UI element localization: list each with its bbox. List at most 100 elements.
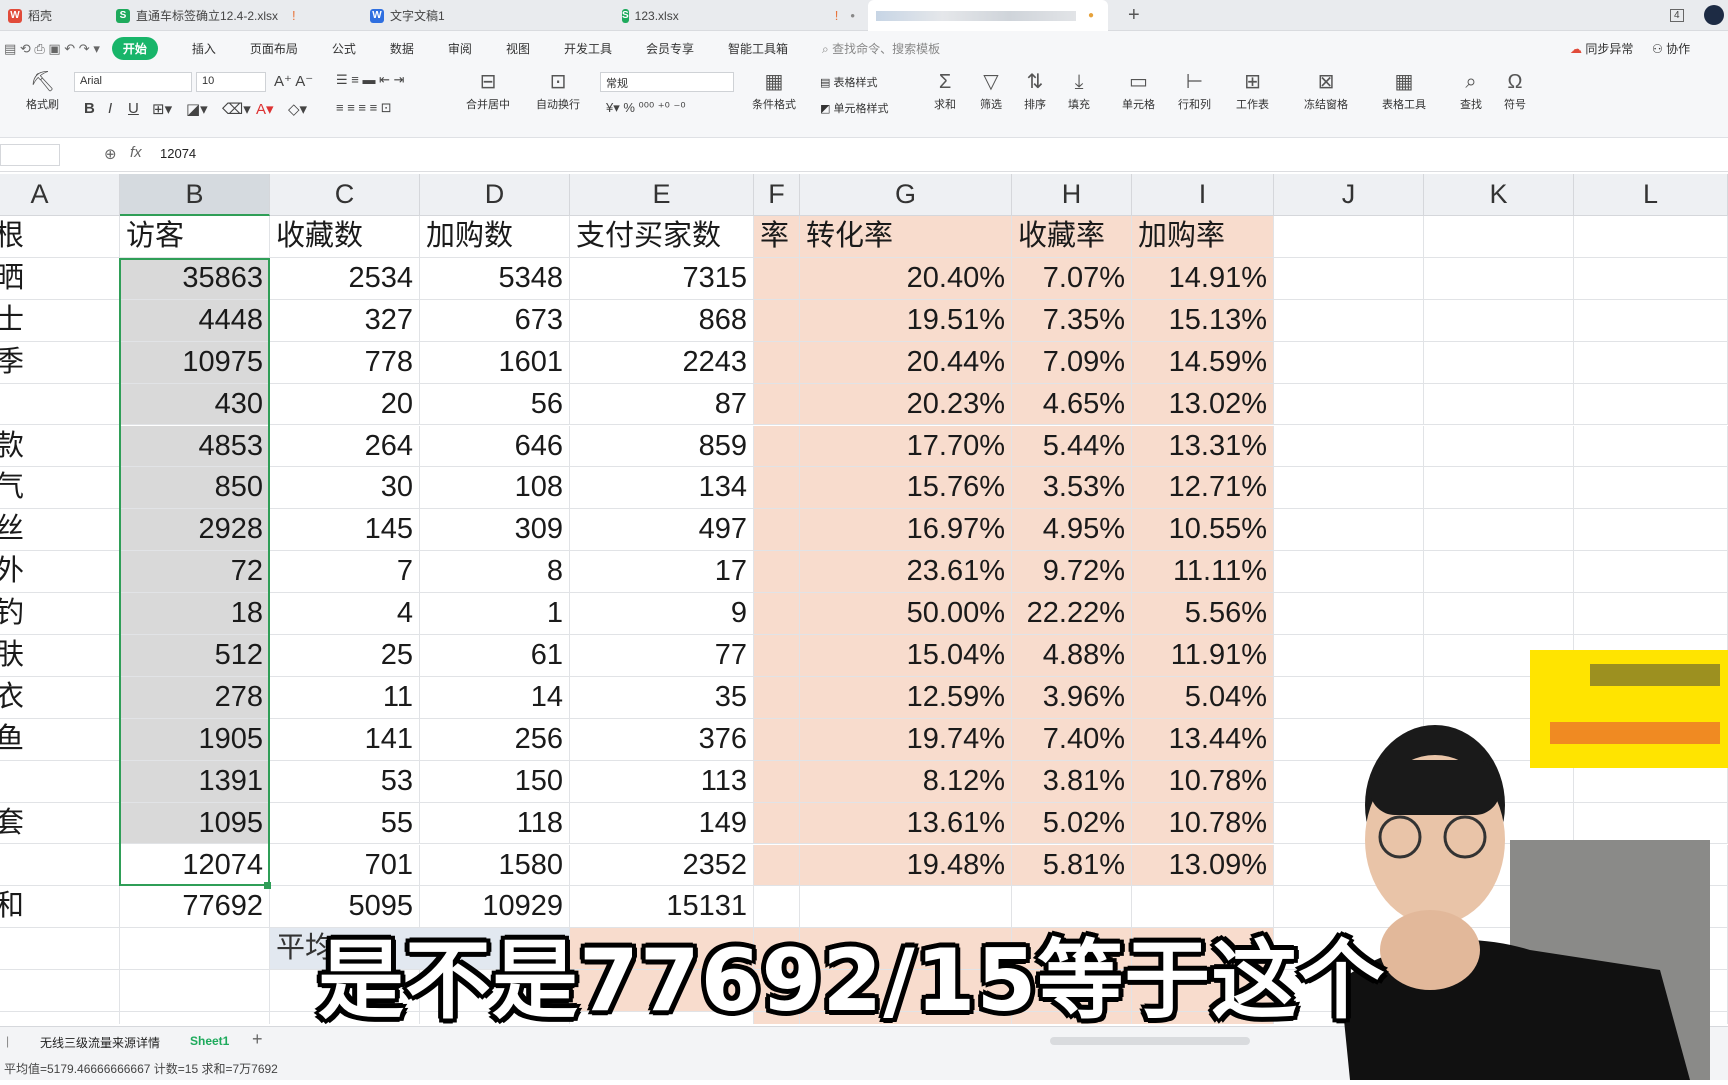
cell[interactable] — [1424, 257, 1574, 300]
cell[interactable]: 50.00% — [800, 593, 1012, 635]
fill-color-icon[interactable]: ◪▾ — [186, 100, 208, 118]
cell[interactable]: 13.44% — [1132, 718, 1274, 761]
cell[interactable] — [754, 299, 800, 342]
cell[interactable]: 13.09% — [1132, 844, 1274, 887]
cell[interactable]: 户外 — [0, 551, 120, 594]
cell[interactable] — [1424, 341, 1574, 384]
cell[interactable]: 9.72% — [1012, 551, 1132, 594]
underline-icon[interactable]: U — [128, 100, 139, 117]
column-header-k[interactable]: K — [1424, 174, 1574, 216]
cell[interactable] — [754, 257, 800, 300]
cell[interactable]: 5.02% — [1012, 802, 1132, 845]
cell[interactable]: 10.78% — [1132, 802, 1274, 845]
cell[interactable]: 10975 — [120, 341, 270, 384]
cell[interactable]: 1601 — [420, 341, 570, 384]
cell[interactable]: 11.11% — [1132, 551, 1274, 594]
sum-button[interactable]: Σ 求和 — [934, 70, 956, 112]
cell[interactable]: 12.59% — [800, 676, 1012, 719]
cell[interactable]: 55 — [270, 802, 420, 845]
cell[interactable]: 10.55% — [1132, 509, 1274, 552]
font-name-select[interactable]: Arial — [74, 72, 192, 92]
cell[interactable]: 149 — [570, 802, 754, 845]
menu-developer[interactable]: 开发工具 — [564, 40, 612, 57]
cell[interactable] — [754, 802, 800, 845]
find-button[interactable]: ⌕ 查找 — [1460, 70, 1482, 112]
cell[interactable] — [1574, 467, 1728, 510]
cell[interactable]: 868 — [570, 299, 754, 342]
cell[interactable]: 20.23% — [800, 383, 1012, 426]
merge-center-button[interactable]: ⊟ 合并居中 — [466, 70, 510, 112]
cell[interactable]: 4.88% — [1012, 635, 1132, 677]
cell[interactable] — [1424, 425, 1574, 468]
sync-status[interactable]: ☁ 同步异常 — [1570, 40, 1633, 57]
cell[interactable]: 5348 — [420, 257, 570, 300]
table-tools-button[interactable]: ▦ 表格工具 — [1382, 70, 1426, 112]
menu-view[interactable]: 视图 — [506, 40, 530, 57]
format-painter-button[interactable]: ⛏ 格式刷 — [26, 70, 59, 112]
menu-review[interactable]: 审阅 — [448, 40, 472, 57]
cell[interactable] — [0, 1012, 120, 1024]
cell[interactable]: 风衣 — [0, 676, 120, 719]
menu-data[interactable]: 数据 — [390, 40, 414, 57]
cell[interactable]: 5.44% — [1012, 425, 1132, 468]
cell[interactable]: 11 — [270, 676, 420, 719]
tab-file-1[interactable]: S 直通车标签确立12.4-2.xlsx ! — [108, 0, 344, 31]
cell[interactable]: 2534 — [270, 257, 420, 300]
header-cell[interactable] — [1424, 216, 1574, 258]
cell[interactable]: 118 — [420, 802, 570, 845]
cell[interactable] — [754, 760, 800, 803]
tab-blurred[interactable]: ● — [868, 0, 1108, 31]
cell[interactable] — [754, 635, 800, 677]
cell[interactable] — [1574, 257, 1728, 300]
cell[interactable] — [754, 425, 800, 468]
wrap-text-button[interactable]: ⊡ 自动换行 — [536, 70, 580, 112]
cell[interactable]: 12074 — [120, 844, 270, 887]
formula-input[interactable]: 12074 — [160, 146, 196, 161]
cell[interactable]: 7.35% — [1012, 299, 1132, 342]
cell[interactable]: 10.78% — [1132, 760, 1274, 803]
cell[interactable] — [1424, 467, 1574, 510]
cell[interactable]: 17.70% — [800, 425, 1012, 468]
zoom-icon[interactable]: ⊕ — [104, 145, 117, 163]
cell[interactable]: 13.31% — [1132, 425, 1274, 468]
column-header-h[interactable]: H — [1012, 174, 1132, 216]
cell[interactable]: 4448 — [120, 299, 270, 342]
symbol-button[interactable]: Ω 符号 — [1504, 70, 1526, 112]
header-cell[interactable]: 词根 — [0, 216, 120, 258]
cell[interactable]: 1391 — [120, 760, 270, 803]
cell[interactable] — [1574, 425, 1728, 468]
cell[interactable] — [1274, 467, 1424, 510]
cell[interactable] — [1424, 509, 1574, 552]
avatar[interactable] — [1704, 5, 1724, 25]
cell[interactable]: 2352 — [570, 844, 754, 887]
header-cell[interactable]: 加购率 — [1132, 216, 1274, 258]
cell[interactable]: 673 — [420, 299, 570, 342]
cell[interactable] — [1274, 425, 1424, 468]
cell[interactable]: 4 — [270, 593, 420, 635]
menu-formula[interactable]: 公式 — [332, 40, 356, 57]
cell[interactable]: 72 — [120, 551, 270, 594]
cell[interactable]: 4.65% — [1012, 383, 1132, 426]
column-header-f[interactable]: F — [754, 174, 800, 216]
cell[interactable] — [120, 970, 270, 1013]
cell[interactable]: 男士 — [0, 299, 120, 342]
column-header-c[interactable]: C — [270, 174, 420, 216]
cell[interactable]: 4.95% — [1012, 509, 1132, 552]
cell[interactable]: 皮肤 — [0, 635, 120, 677]
cell[interactable]: 8 — [420, 551, 570, 594]
cell[interactable]: 3.81% — [1012, 760, 1132, 803]
cell[interactable] — [1274, 257, 1424, 300]
font-color-icon[interactable]: A▾ — [256, 100, 274, 118]
cell[interactable]: 77692 — [120, 886, 270, 929]
cell[interactable] — [1274, 341, 1424, 384]
cell[interactable]: 4853 — [120, 425, 270, 468]
cell[interactable]: 7.09% — [1012, 341, 1132, 384]
cell[interactable]: 16.97% — [800, 509, 1012, 552]
collaborate-button[interactable]: ⚇ 协作 — [1652, 40, 1690, 57]
cell[interactable]: 7315 — [570, 257, 754, 300]
quick-access-icons[interactable]: ▤ ⟲ ⎙ ▣ ↶ ↷ ▾ — [4, 41, 100, 57]
cell[interactable]: 透气 — [0, 467, 120, 510]
cell[interactable]: 264 — [270, 425, 420, 468]
add-sheet-icon[interactable]: + — [252, 1029, 263, 1050]
number-format-select[interactable]: 常规 — [600, 72, 734, 92]
